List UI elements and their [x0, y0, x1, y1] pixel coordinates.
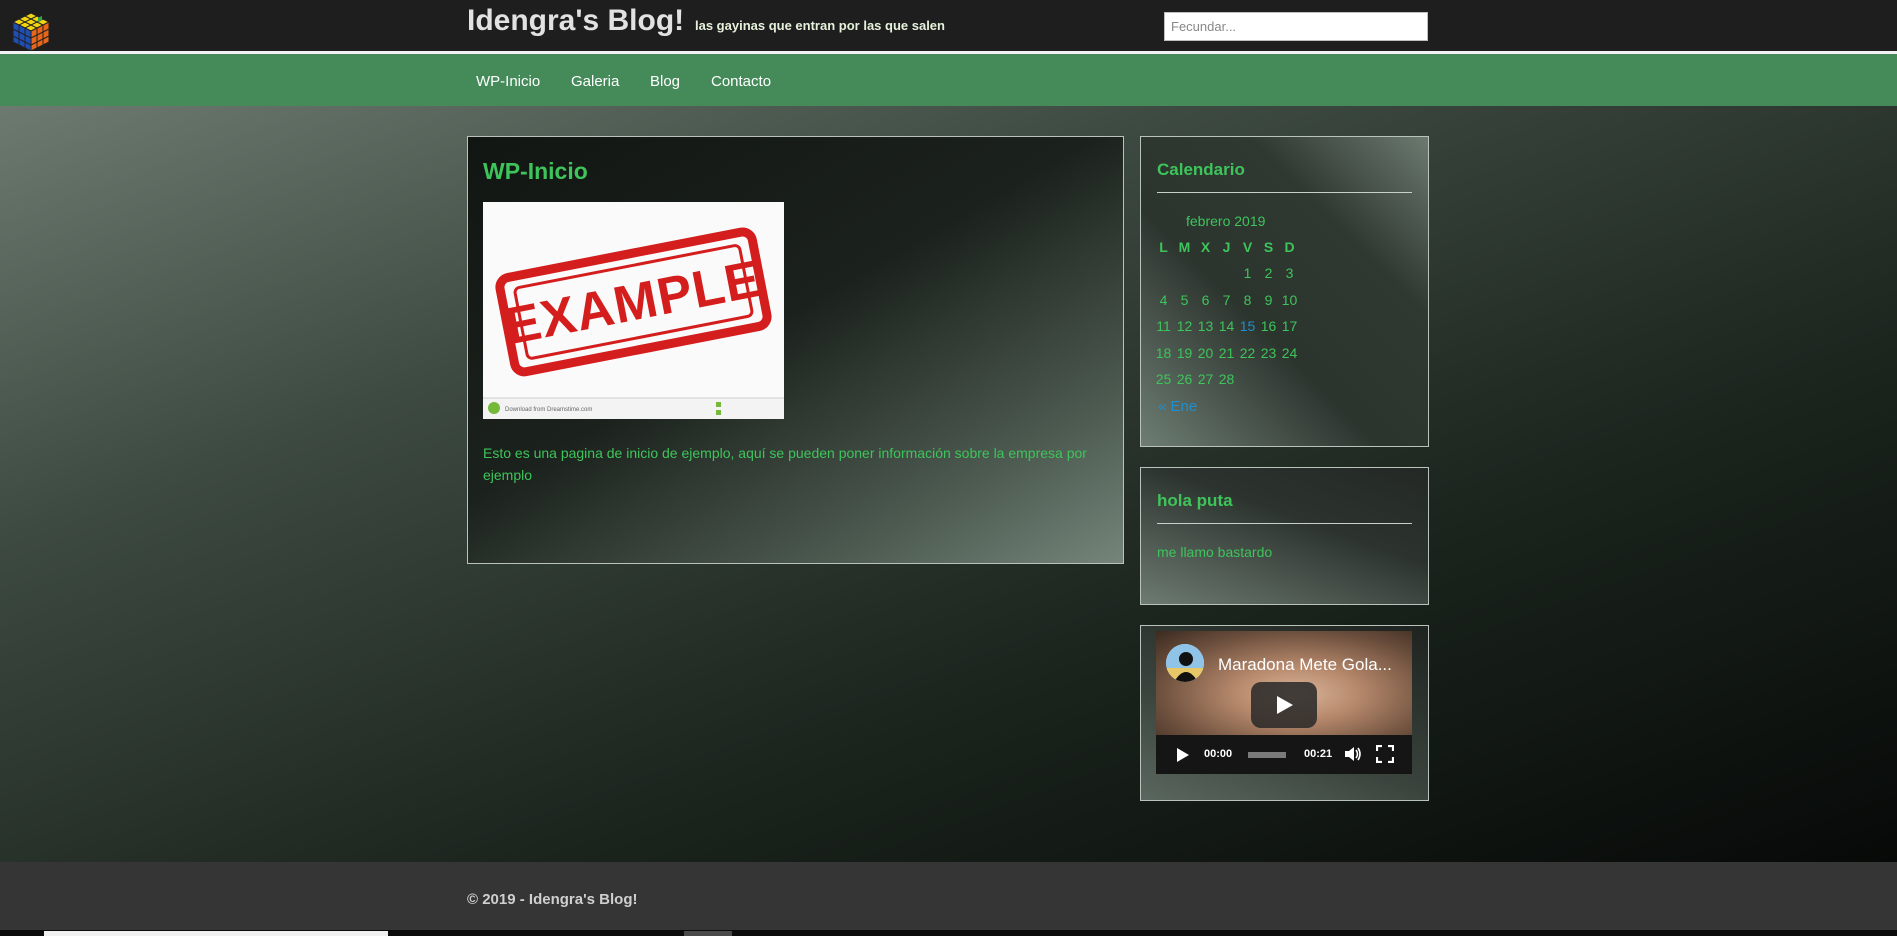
nav-item-galeria[interactable]: Galeria — [571, 73, 619, 90]
calendar-weekday: M — [1178, 239, 1191, 255]
calendar-day: 27 — [1197, 371, 1214, 387]
page-title: WP-Inicio — [483, 158, 588, 184]
calendar-day: 17 — [1281, 318, 1298, 334]
calendar-weekday: S — [1263, 239, 1274, 255]
calendar-day: 6 — [1201, 291, 1210, 308]
channel-avatar[interactable] — [1166, 644, 1204, 682]
footer-copyright: © 2019 - Idengra's Blog! — [467, 891, 638, 908]
calendar-day: 13 — [1197, 318, 1214, 334]
nav-item-blog[interactable]: Blog — [650, 73, 680, 90]
video-current-time: 00:00 — [1204, 748, 1233, 760]
calendar-day: 1 — [1243, 265, 1252, 281]
calendar-day: 26 — [1176, 371, 1193, 387]
calendar-weekday: L — [1159, 239, 1168, 255]
text-widget-content: me llamo bastardo — [1157, 544, 1273, 560]
site-header: Idengra's Blog! las gayinas que entran p… — [0, 0, 1897, 53]
text-widget — [1140, 467, 1429, 605]
calendar-day: 19 — [1176, 344, 1193, 361]
example-watermark-text: Download from Dreamstime.com — [505, 407, 592, 413]
volume-icon[interactable] — [1344, 745, 1362, 763]
rubiks-cube-logo-icon[interactable] — [11, 11, 51, 53]
calendar-day: 11 — [1156, 318, 1171, 334]
site-tagline: las gayinas que entran por las que salen — [695, 18, 945, 33]
calendar-day: 25 — [1155, 371, 1172, 387]
calendar-day: 18 — [1155, 344, 1172, 361]
calendar-day: 12 — [1176, 318, 1193, 334]
calendar-day: 5 — [1180, 291, 1189, 308]
calendar-day: 20 — [1197, 344, 1214, 361]
calendar-caption: febrero 2019 — [1186, 213, 1266, 229]
scrollbar-thumb-secondary[interactable] — [684, 931, 732, 936]
calendar-day: 10 — [1281, 291, 1298, 308]
video-duration: 00:21 — [1304, 748, 1333, 760]
example-image: EXAMPLE Download from Dreamstime.com — [483, 202, 784, 419]
video-controls: 00:00 00:21 — [1156, 735, 1412, 774]
text-widget-title: hola puta — [1157, 491, 1233, 510]
calendar-day: 24 — [1281, 344, 1298, 361]
calendar-day: 9 — [1264, 291, 1273, 308]
calendar-prev-month-link[interactable]: « Ene — [1158, 398, 1197, 415]
calendar-day: 3 — [1285, 265, 1294, 281]
video-title[interactable]: Maradona Mete Gola... — [1218, 655, 1406, 675]
calendar-day: 14 — [1218, 318, 1235, 334]
site-title[interactable]: Idengra's Blog! — [467, 4, 684, 38]
calendar-day-link[interactable]: 15 — [1237, 318, 1258, 334]
calendar-day: 8 — [1243, 291, 1252, 308]
main-nav: WP-Inicio Galeria Blog Contacto — [0, 54, 1897, 106]
search-input[interactable] — [1164, 12, 1428, 41]
calendar-day: 23 — [1260, 344, 1277, 361]
scrollbar-thumb[interactable] — [44, 931, 388, 936]
calendar-day: 22 — [1239, 344, 1256, 361]
video-player[interactable]: Maradona Mete Gola... 00:00 00:21 — [1156, 631, 1412, 774]
calendar-day: 7 — [1222, 291, 1231, 308]
nav-item-contacto[interactable]: Contacto — [711, 73, 771, 90]
site-footer: © 2019 - Idengra's Blog! — [0, 862, 1897, 930]
calendar-weekday: V — [1242, 239, 1253, 255]
calendar-day: 2 — [1264, 265, 1273, 281]
calendar-weekday: J — [1222, 239, 1231, 255]
calendar-day: 28 — [1218, 371, 1235, 387]
calendar-weekday: X — [1200, 239, 1211, 255]
calendar-widget-title: Calendario — [1157, 160, 1245, 179]
page-body-text: Esto es una pagina de inicio de ejemplo,… — [483, 445, 1087, 483]
video-big-play-button[interactable] — [1251, 682, 1317, 728]
calendar-weekday: D — [1284, 239, 1295, 255]
nav-item-wp-inicio[interactable]: WP-Inicio — [476, 73, 540, 90]
calendar-day: 16 — [1260, 318, 1277, 334]
video-progress-bar[interactable] — [1248, 752, 1286, 758]
fullscreen-icon[interactable] — [1376, 745, 1394, 763]
calendar-title-rule — [1157, 192, 1412, 193]
big-play-icon — [1277, 696, 1293, 714]
play-icon[interactable] — [1176, 747, 1190, 763]
calendar-day: 4 — [1159, 291, 1168, 308]
text-widget-title-rule — [1157, 523, 1412, 524]
calendar-day: 21 — [1218, 344, 1235, 361]
